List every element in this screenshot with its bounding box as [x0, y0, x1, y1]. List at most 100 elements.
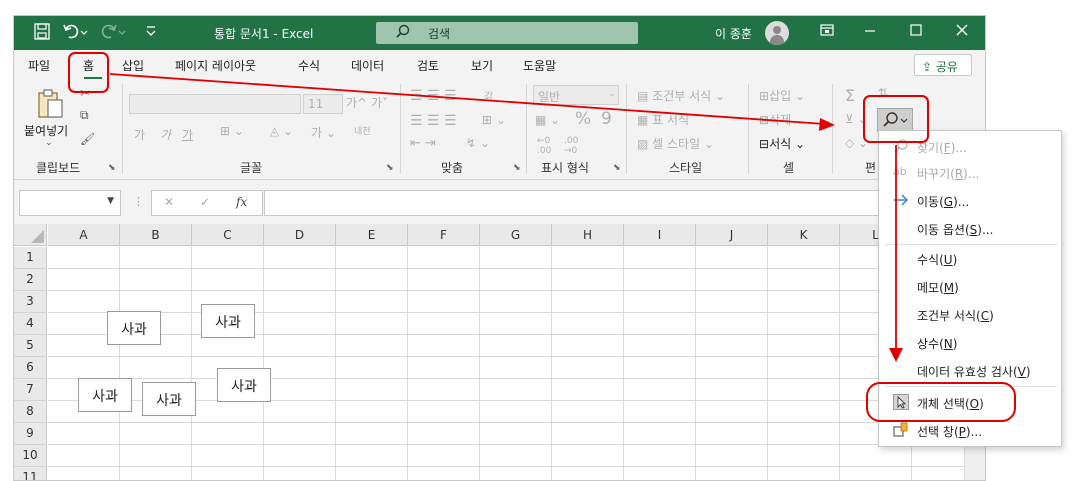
cell-styles-button[interactable]: ▨ 셀 스타일 ⌄	[637, 135, 714, 152]
italic-button[interactable]: 가	[160, 126, 171, 143]
row-header-7[interactable]: 7	[14, 379, 47, 401]
tab-data[interactable]: 데이터	[351, 57, 384, 74]
conditional-format-button[interactable]: ▤ 조건부 서식 ⌄	[637, 87, 725, 104]
shape-textbox[interactable]: 사과	[217, 368, 271, 402]
format-painter-icon[interactable]: 🖌	[80, 132, 95, 146]
menu-item-conditional-formatting[interactable]: 조건부 서식(C)	[879, 302, 1061, 328]
column-header-e[interactable]: E	[336, 224, 408, 246]
paste-dropdown-icon[interactable]: ⌄	[45, 138, 53, 148]
increase-decimal-icon[interactable]: ←0.00	[537, 136, 551, 156]
menu-item-constants[interactable]: 상수(N)	[879, 330, 1061, 356]
row-header-9[interactable]: 9	[14, 423, 47, 445]
tab-review[interactable]: 검토	[417, 57, 439, 74]
cancel-icon[interactable]: ✕	[164, 195, 174, 209]
row-header-11[interactable]: 11	[14, 467, 47, 480]
wrap-text-icon[interactable]: ↯ ⌄	[466, 136, 490, 150]
menu-item-find[interactable]: 찾기(F)...	[879, 134, 1061, 160]
save-icon[interactable]	[34, 23, 50, 44]
avatar[interactable]	[765, 21, 789, 45]
fill-color-icon[interactable]: ◬ ⌄	[270, 124, 293, 138]
font-name-combo[interactable]	[129, 94, 301, 114]
number-launcher-icon[interactable]: ⬊	[613, 163, 621, 173]
decrease-decimal-icon[interactable]: .00 →0	[564, 136, 578, 156]
tab-file[interactable]: 파일	[28, 57, 50, 74]
share-button[interactable]: ⇪ 공유	[914, 54, 972, 76]
chevron-down-icon[interactable]: ▼	[107, 196, 114, 206]
row-header-6[interactable]: 6	[14, 357, 47, 379]
shape-textbox[interactable]: 사과	[201, 304, 255, 338]
accounting-icon[interactable]: ▦ ⌄	[535, 113, 560, 127]
font-color-icon[interactable]: 가 ⌄	[311, 124, 336, 141]
orientation-icon[interactable]: 갉	[484, 88, 493, 103]
menu-item-go-to[interactable]: 이동(G)...	[879, 188, 1061, 214]
ribbon-display-icon[interactable]	[820, 23, 834, 41]
autosum-icon[interactable]: Σ	[845, 86, 855, 105]
delete-cells-button[interactable]: ⊠삭제 ⌄	[759, 111, 805, 128]
column-header-d[interactable]: D	[264, 224, 336, 246]
column-header-h[interactable]: H	[552, 224, 624, 246]
row-header-4[interactable]: 4	[14, 313, 47, 335]
merge-icon[interactable]: ⊞ ⌄	[482, 113, 506, 127]
menu-item-formulas[interactable]: 수식(U)	[879, 246, 1061, 272]
name-box[interactable]: ▼	[19, 190, 121, 216]
row-header-2[interactable]: 2	[14, 269, 47, 291]
tab-formulas[interactable]: 수식	[298, 57, 320, 74]
shape-textbox[interactable]: 사과	[78, 378, 132, 412]
column-header-i[interactable]: I	[624, 224, 696, 246]
tab-help[interactable]: 도움말	[523, 57, 556, 74]
top-align-icon[interactable]: ☰ ☰ ☰	[410, 88, 457, 104]
row-header-10[interactable]: 10	[14, 445, 47, 467]
menu-item-data-validation[interactable]: 데이터 유효성 검사(V)	[879, 358, 1061, 384]
comma-button[interactable]: 9	[601, 109, 612, 129]
cut-icon[interactable]: ✂	[80, 86, 90, 100]
row-header-3[interactable]: 3	[14, 291, 47, 313]
tab-home[interactable]: 홈	[83, 57, 94, 74]
format-cells-button[interactable]: ⊟서식 ⌄	[759, 135, 805, 152]
grow-font-button[interactable]: 가^	[346, 94, 367, 111]
shrink-font-button[interactable]: 가˅	[371, 94, 388, 111]
indent-icon[interactable]: ⇤ ⇥	[410, 136, 436, 151]
paste-icon[interactable]	[36, 88, 66, 123]
column-header-b[interactable]: B	[120, 224, 192, 246]
paste-button[interactable]: 붙여넣기	[24, 122, 68, 139]
alignment-launcher-icon[interactable]: ⬊	[513, 163, 521, 173]
user-name[interactable]: 이 종훈	[715, 25, 752, 42]
cell-area[interactable]	[48, 247, 985, 480]
insert-cells-button[interactable]: ⊞삽입 ⌄	[759, 87, 805, 104]
underline-button[interactable]: 가	[182, 126, 193, 143]
find-select-button[interactable]	[877, 108, 913, 132]
left-align-icon[interactable]: ☰ ☰ ☰	[410, 113, 457, 129]
row-header-8[interactable]: 8	[14, 401, 47, 423]
tab-view[interactable]: 보기	[471, 57, 493, 74]
minimize-icon[interactable]	[864, 23, 876, 41]
font-size-combo[interactable]: 11	[303, 94, 343, 114]
maximize-icon[interactable]	[910, 23, 922, 41]
search-box[interactable]: 검색	[376, 22, 638, 44]
number-format-combo[interactable]: 일반 ⌄	[533, 85, 619, 105]
sort-filter-icon[interactable]: ⇅	[878, 86, 888, 100]
formula-input[interactable]	[264, 190, 984, 216]
phonetic-icon[interactable]: 내천	[354, 124, 371, 137]
enter-icon[interactable]: ✓	[200, 195, 210, 209]
close-icon[interactable]	[956, 23, 968, 41]
column-header-j[interactable]: J	[696, 224, 768, 246]
menu-item-go-to-special[interactable]: 이동 옵션(S)...	[879, 216, 1061, 242]
percent-button[interactable]: %	[575, 109, 591, 129]
font-launcher-icon[interactable]: ⬊	[386, 163, 394, 173]
customize-icon[interactable]	[145, 23, 157, 42]
column-header-k[interactable]: K	[768, 224, 840, 246]
select-all-corner[interactable]	[14, 224, 47, 246]
tab-insert[interactable]: 삽입	[122, 57, 144, 74]
menu-item-replace[interactable]: ab 바꾸기(R)...	[879, 160, 1061, 186]
column-header-c[interactable]: C	[192, 224, 264, 246]
column-header-f[interactable]: F	[408, 224, 480, 246]
fill-icon[interactable]: ⊻ ⌄	[845, 112, 868, 126]
bold-button[interactable]: 가	[134, 126, 145, 143]
undo-icon[interactable]	[63, 23, 89, 44]
menu-item-select-objects[interactable]: 개체 선택(O)	[879, 390, 1061, 416]
format-as-table-button[interactable]: ▦ 표 서식	[637, 111, 689, 128]
clipboard-launcher-icon[interactable]: ⬊	[108, 163, 116, 173]
row-header-5[interactable]: 5	[14, 335, 47, 357]
column-header-a[interactable]: A	[48, 224, 120, 246]
menu-item-comments[interactable]: 메모(M)	[879, 274, 1061, 300]
